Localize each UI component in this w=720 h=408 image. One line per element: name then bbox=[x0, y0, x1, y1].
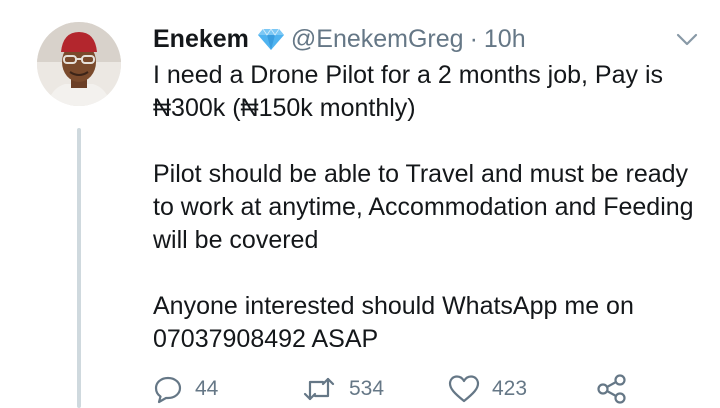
tweet-text: I need a Drone Pilot for a 2 months job,… bbox=[153, 59, 708, 356]
tweet-line: 07037908492 ASAP bbox=[153, 325, 379, 353]
tweet-actions: 44 534 423 bbox=[153, 372, 633, 406]
retweet-button[interactable]: 534 bbox=[301, 372, 384, 406]
verified-diamond-icon bbox=[257, 27, 285, 51]
tweet-line: will be covered bbox=[153, 226, 319, 254]
thread-line bbox=[77, 128, 81, 408]
reply-count: 44 bbox=[195, 377, 219, 400]
display-name[interactable]: Enekem bbox=[153, 25, 249, 54]
tweet-line: ₦300k (₦150k monthly) bbox=[153, 94, 416, 122]
chevron-down-icon bbox=[676, 33, 698, 46]
tweet-line: I need a Drone Pilot for a 2 months job,… bbox=[153, 61, 663, 89]
share-icon bbox=[597, 374, 626, 404]
tweet-line: Pilot should be able to Travel and must … bbox=[153, 160, 689, 188]
like-count: 423 bbox=[492, 377, 528, 400]
timestamp[interactable]: 10h bbox=[484, 25, 526, 54]
avatar[interactable] bbox=[37, 22, 121, 106]
separator-dot: · bbox=[469, 24, 478, 53]
tweet-line: to work at anytime, Accommodation and Fe… bbox=[153, 193, 694, 221]
like-button[interactable]: 423 bbox=[448, 372, 527, 406]
share-button[interactable] bbox=[596, 372, 628, 406]
retweet-icon bbox=[303, 377, 335, 401]
tweet[interactable]: Enekem @EnekemGreg · 10h I need a Drone … bbox=[0, 0, 720, 408]
more-options-button[interactable] bbox=[674, 28, 700, 50]
retweet-count: 534 bbox=[349, 377, 385, 400]
tweet-header: Enekem @EnekemGreg · 10h bbox=[153, 22, 526, 56]
reply-icon bbox=[154, 376, 182, 404]
heart-icon bbox=[448, 375, 480, 403]
user-handle[interactable]: @EnekemGreg bbox=[291, 25, 464, 54]
reply-button[interactable]: 44 bbox=[153, 372, 218, 406]
avatar-image bbox=[37, 22, 121, 106]
tweet-line: Anyone interested should WhatsApp me on bbox=[153, 292, 634, 320]
